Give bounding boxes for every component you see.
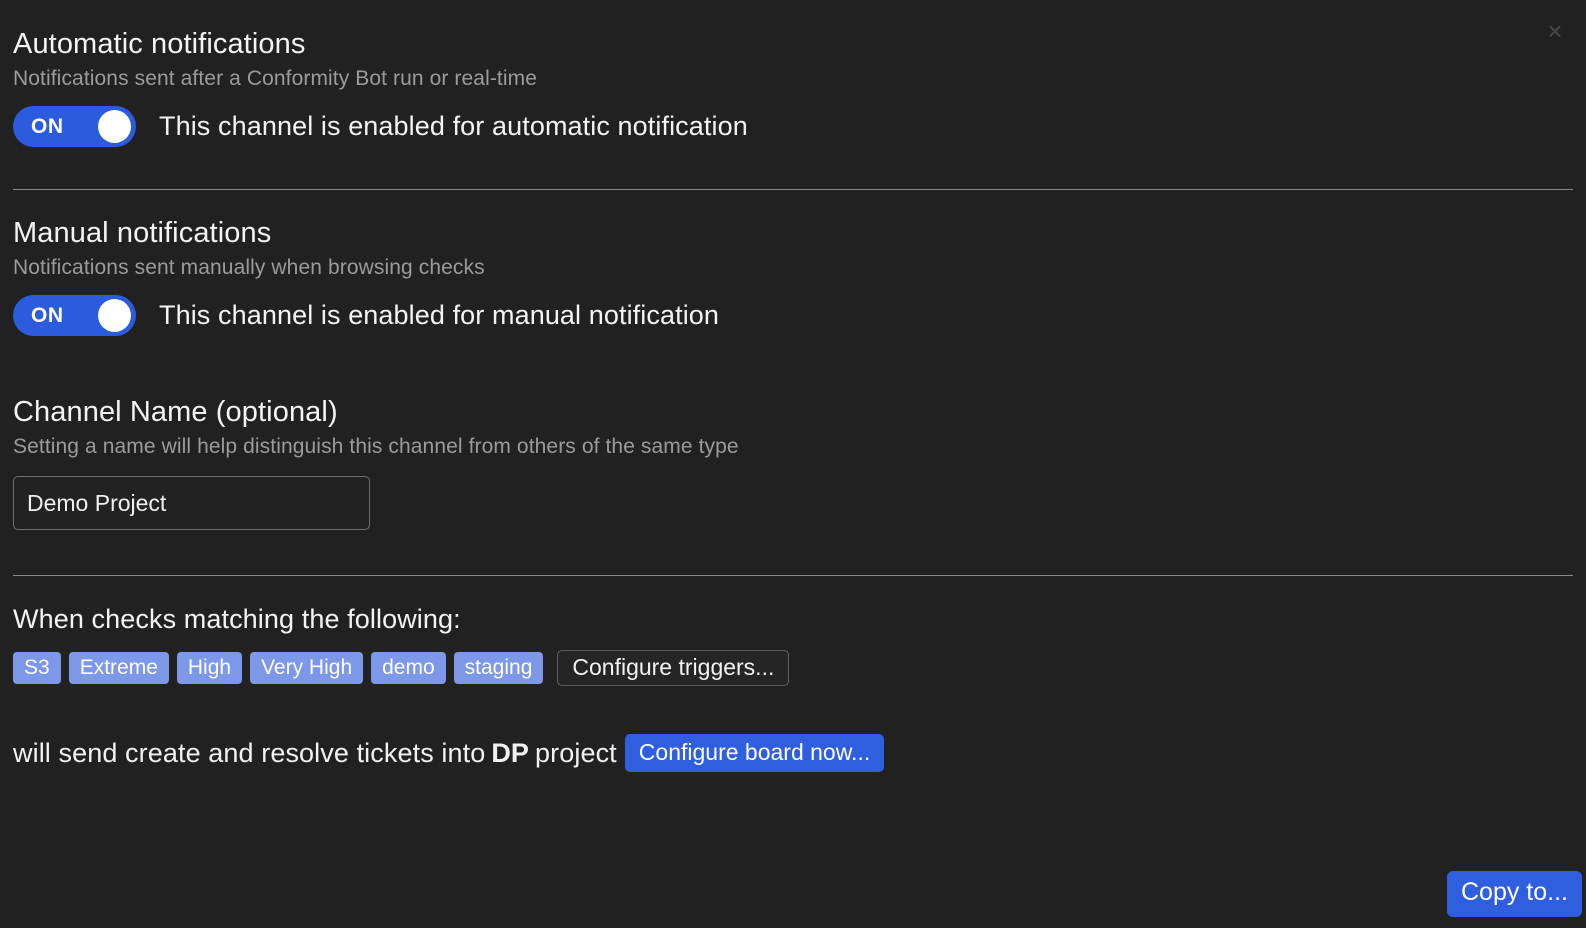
manual-notifications-status-text: This channel is enabled for manual notif… xyxy=(159,300,719,331)
channel-name-section: Channel Name (optional) Setting a name w… xyxy=(0,336,1586,530)
channel-name-input[interactable] xyxy=(13,476,370,530)
trigger-tag[interactable]: staging xyxy=(454,652,544,684)
copy-to-button[interactable]: Copy to... xyxy=(1447,871,1582,917)
automatic-notifications-toggle[interactable]: ON xyxy=(13,106,136,147)
configure-triggers-button[interactable]: Configure triggers... xyxy=(557,650,789,686)
trigger-tag[interactable]: demo xyxy=(371,652,446,684)
manual-notifications-toggle[interactable]: ON xyxy=(13,295,136,336)
notification-settings-panel: Automatic notifications Notifications se… xyxy=(0,0,1586,772)
automatic-notifications-status-text: This channel is enabled for automatic no… xyxy=(159,111,748,142)
manual-notifications-title: Manual notifications xyxy=(13,219,1573,248)
manual-notifications-subtitle: Notifications sent manually when browsin… xyxy=(13,257,1573,278)
automatic-notifications-toggle-row: ON This channel is enabled for automatic… xyxy=(13,106,1573,147)
automatic-notifications-section: Automatic notifications Notifications se… xyxy=(0,0,1586,147)
manual-toggle-state-label: ON xyxy=(31,304,64,328)
automatic-toggle-state-label: ON xyxy=(31,115,64,139)
trigger-tag[interactable]: Very High xyxy=(250,652,363,684)
triggers-heading: When checks matching the following: xyxy=(13,604,1573,635)
board-text-before: will send create and resolve tickets int… xyxy=(13,738,485,769)
triggers-tag-list: S3 Extreme High Very High demo staging C… xyxy=(13,650,1573,686)
board-section: will send create and resolve tickets int… xyxy=(0,686,1586,772)
board-project-key: DP xyxy=(491,738,529,769)
trigger-tag[interactable]: S3 xyxy=(13,652,61,684)
configure-board-button[interactable]: Configure board now... xyxy=(625,734,884,772)
automatic-notifications-subtitle: Notifications sent after a Conformity Bo… xyxy=(13,68,1573,89)
automatic-toggle-knob xyxy=(98,110,131,143)
board-row: will send create and resolve tickets int… xyxy=(13,734,1573,772)
channel-name-title: Channel Name (optional) xyxy=(13,398,1573,427)
manual-notifications-toggle-row: ON This channel is enabled for manual no… xyxy=(13,295,1573,336)
channel-name-subtitle: Setting a name will help distinguish thi… xyxy=(13,436,1573,457)
board-text-after: project xyxy=(535,738,617,769)
triggers-section: When checks matching the following: S3 E… xyxy=(0,576,1586,686)
automatic-notifications-title: Automatic notifications xyxy=(13,30,1573,59)
trigger-tag[interactable]: Extreme xyxy=(69,652,169,684)
manual-toggle-knob xyxy=(98,299,131,332)
manual-notifications-section: Manual notifications Notifications sent … xyxy=(0,190,1586,336)
trigger-tag[interactable]: High xyxy=(177,652,242,684)
